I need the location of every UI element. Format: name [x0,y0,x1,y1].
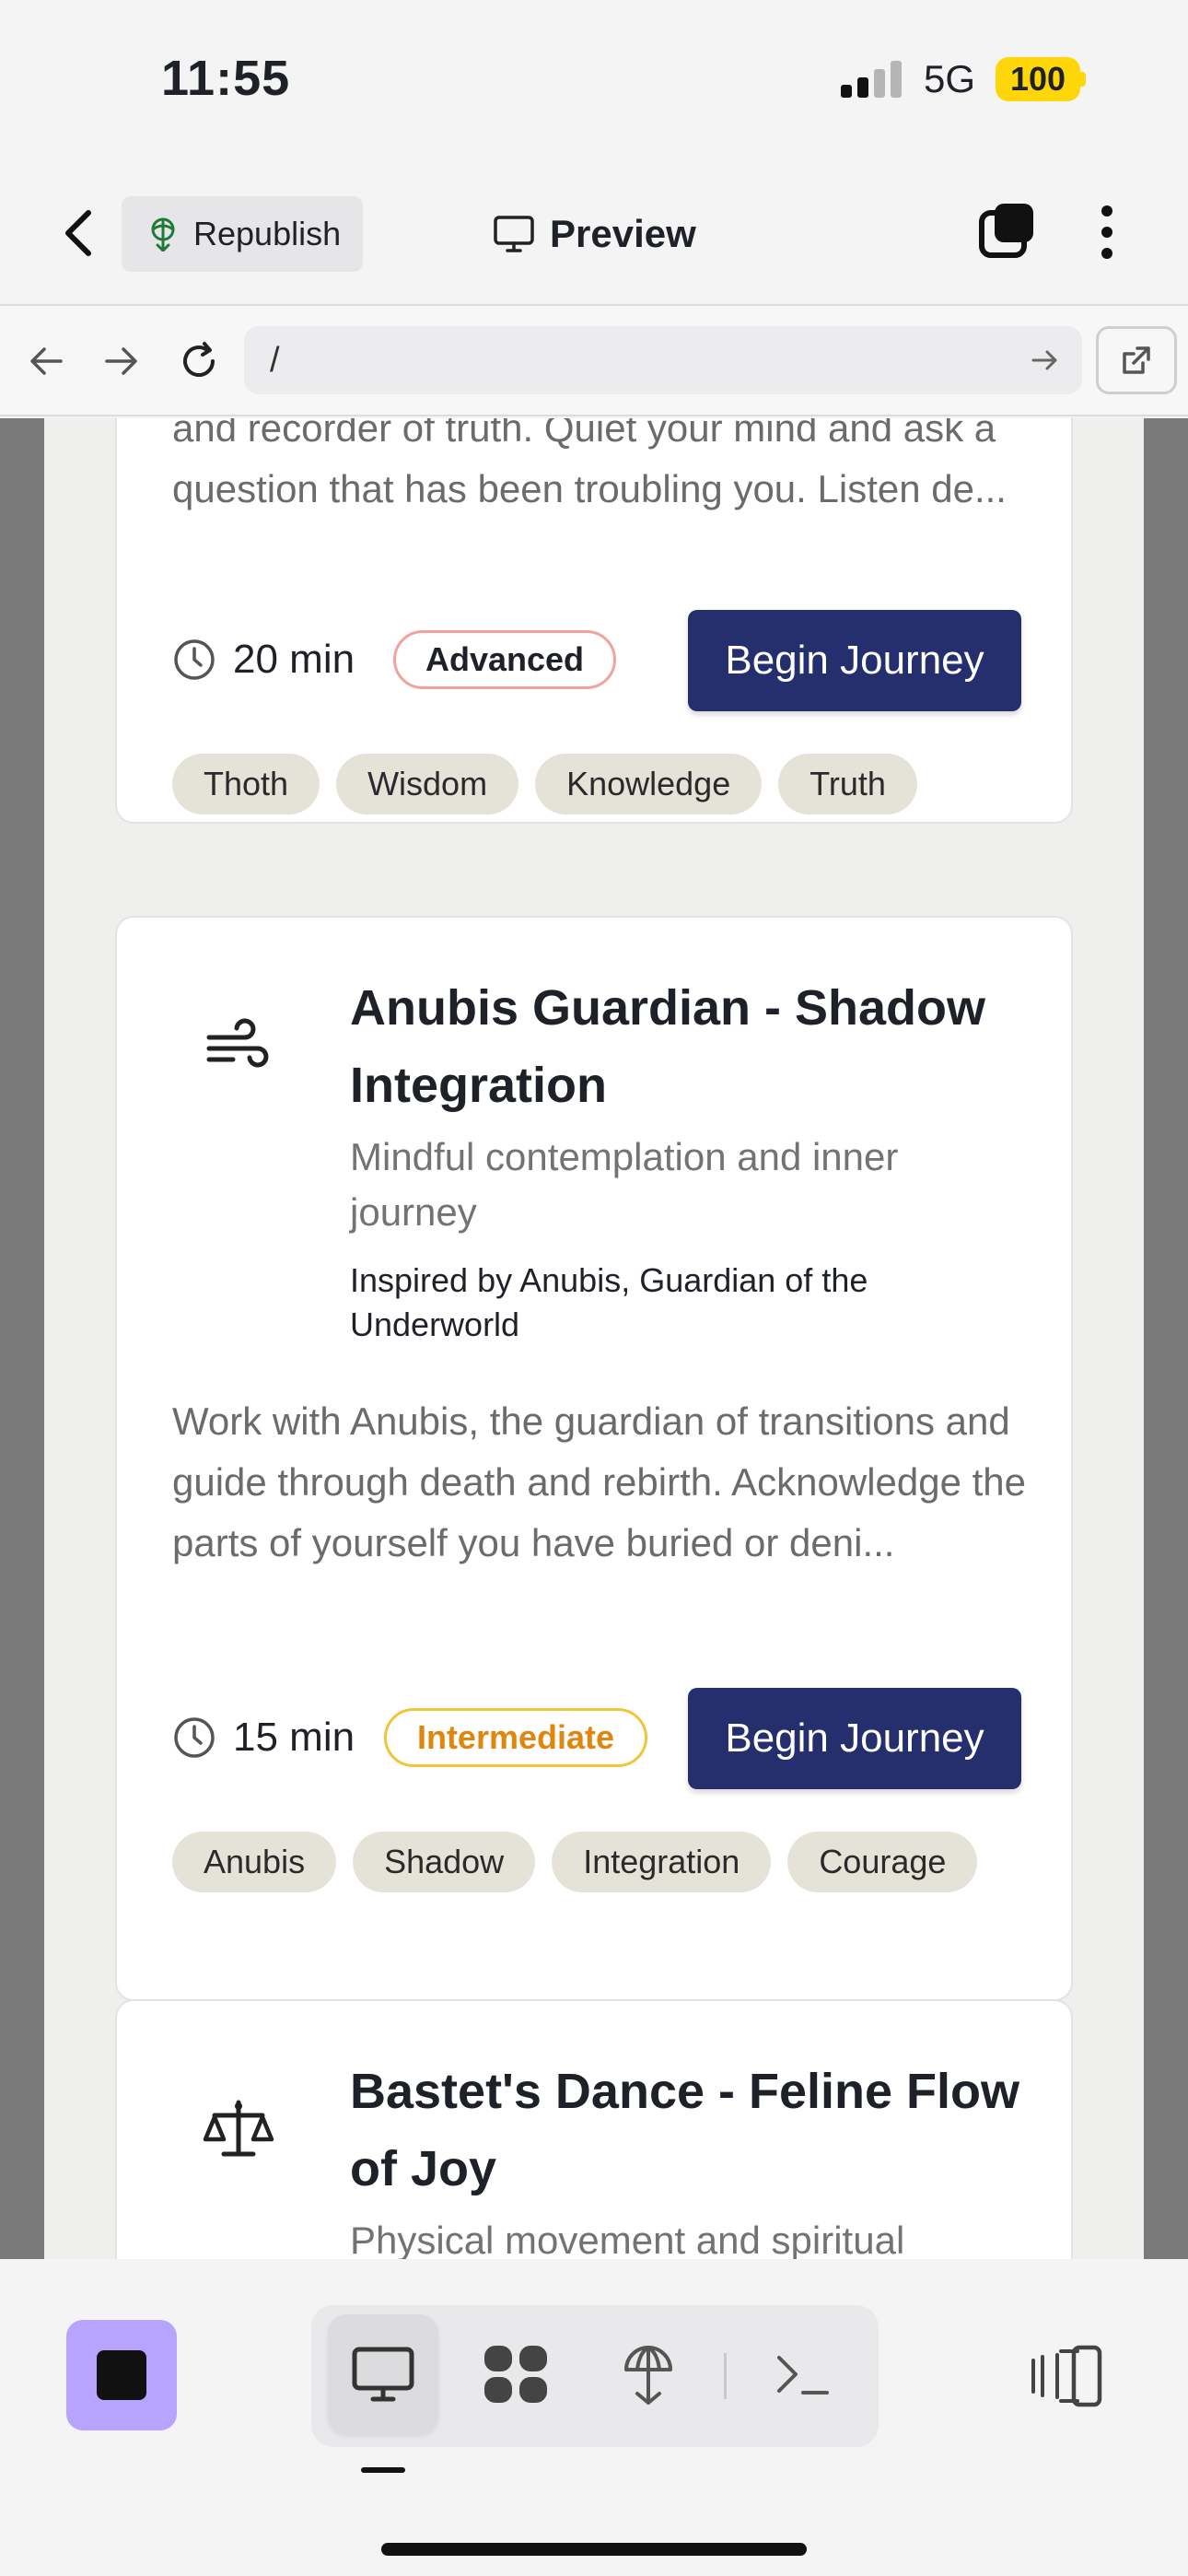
duration-label: 15 min [233,1715,355,1760]
status-time: 11:55 [161,51,291,106]
wind-icon [206,1018,269,1068]
preview-label: Preview [550,212,696,255]
scales-icon [203,2100,274,2157]
page-content: and recorder of truth. Quiet your mind a… [44,418,1144,2259]
tag-list: Anubis Shadow Integration Courage [172,1832,978,1892]
stop-icon [97,2350,146,2400]
side-panel-icon[interactable] [1030,2342,1103,2410]
card-description: and recorder of truth. Quiet your mind a… [172,418,1007,510]
meditation-card: Bastet's Dance - Feline Flow of Joy Phys… [115,1999,1073,2259]
card-title: Anubis Guardian - Shadow Integration [350,980,986,1113]
difficulty-badge: Advanced [393,630,616,689]
tag-list: Thoth Wisdom Knowledge Truth [172,754,917,814]
tabs-switcher-icon[interactable] [978,202,1035,259]
app-header: Republish Preview [0,161,1188,306]
monitor-icon [494,216,534,252]
terminal-icon[interactable] [748,2314,858,2434]
go-arrow-icon[interactable] [1030,346,1061,374]
card-subtitle: Mindful contemplation and inner journey [350,1135,899,1234]
card-description: Work with Anubis, the guardian of transi… [172,1399,1027,1564]
back-chevron-icon[interactable] [55,205,101,261]
meditation-card: Anubis Guardian - Shadow Integration Min… [115,916,1073,2001]
card-inspiration: Inspired by Anubis, Guardian of the Unde… [350,1261,868,1343]
tag-chip[interactable]: Truth [778,754,917,814]
begin-journey-button[interactable]: Begin Journey [688,1688,1021,1789]
tag-chip[interactable]: Courage [787,1832,978,1892]
tag-chip[interactable]: Anubis [172,1832,337,1892]
nav-back-arrow-icon[interactable] [24,339,68,383]
desktop-preview-icon[interactable] [328,2314,438,2434]
toolbar-divider [724,2353,727,2399]
card-subtitle: Physical movement and spiritual [350,2219,905,2259]
card-meta-row: 20 min Advanced Begin Journey [172,610,1038,711]
tag-chip[interactable]: Thoth [172,754,320,814]
preview-viewport[interactable]: and recorder of truth. Quiet your mind a… [0,418,1188,2259]
active-mode-indicator [361,2467,405,2473]
publish-icon[interactable] [593,2314,704,2434]
battery-icon: 100 [996,57,1080,101]
bottom-toolbar [0,2259,1188,2576]
view-mode-switcher [311,2305,879,2447]
card-title: Bastet's Dance - Feline Flow of Joy [350,2064,1020,2196]
url-input[interactable]: / [244,326,1082,394]
battery-tip [1080,72,1086,87]
tag-chip[interactable]: Shadow [353,1832,536,1892]
browser-bar: / [0,306,1188,416]
signal-icon [841,61,902,98]
tag-chip[interactable]: Wisdom [336,754,519,814]
preview-toggle[interactable]: Preview [493,205,696,263]
home-indicator [381,2543,807,2556]
more-options-icon[interactable] [1096,204,1118,261]
external-link-icon [1123,346,1150,374]
open-external-button[interactable] [1096,326,1177,394]
status-bar: 11:55 5G 100 [0,0,1188,161]
clock-icon [174,1717,215,1758]
components-icon[interactable] [460,2314,571,2434]
republish-label: Republish [193,215,342,252]
nav-forward-arrow-icon[interactable] [99,339,144,383]
clock-icon [174,639,215,680]
begin-journey-button[interactable]: Begin Journey [688,610,1021,711]
meditation-card: and recorder of truth. Quiet your mind a… [115,418,1073,824]
duration-label: 20 min [233,637,355,682]
tag-chip[interactable]: Knowledge [535,754,763,814]
tag-chip[interactable]: Integration [552,1832,772,1892]
reload-icon[interactable] [177,339,221,383]
network-label: 5G [924,57,976,100]
publish-globe-icon [151,217,175,252]
card-meta-row: 15 min Intermediate Begin Journey [172,1688,1038,1789]
stop-button[interactable] [66,2320,177,2430]
republish-button[interactable]: Republish [122,196,363,272]
difficulty-badge: Intermediate [384,1708,647,1767]
